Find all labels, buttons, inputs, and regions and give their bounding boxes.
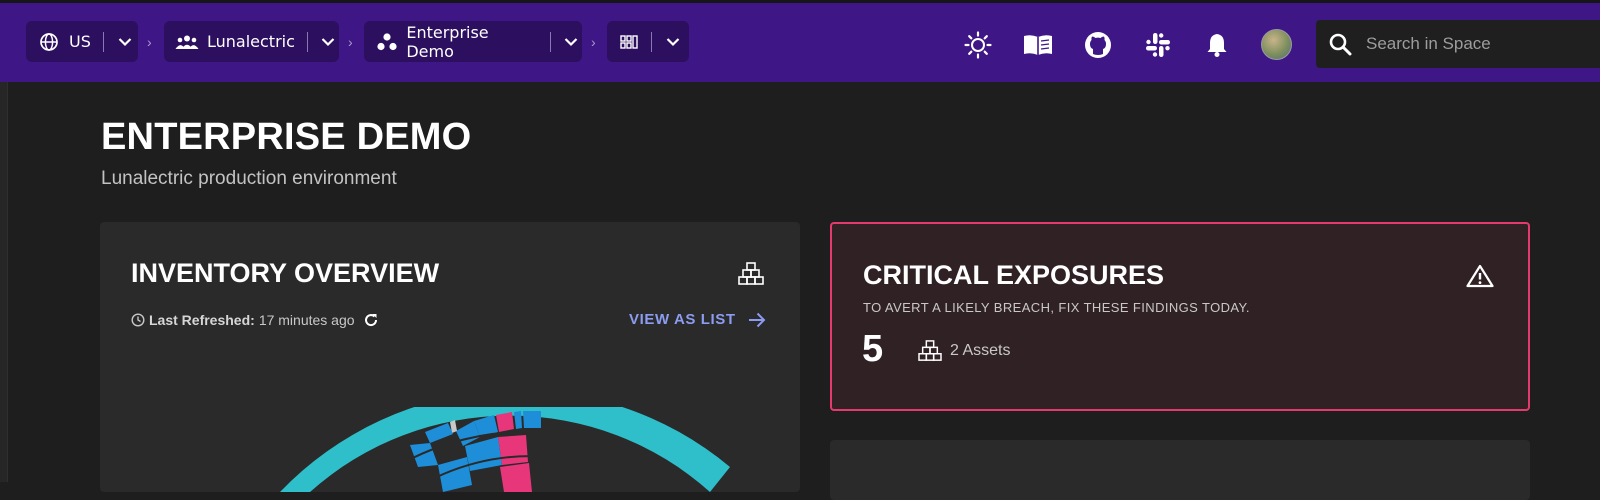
search-icon	[1328, 32, 1352, 56]
warning-icon	[1466, 264, 1494, 293]
chevron-down-icon[interactable]	[662, 31, 684, 53]
exposure-count: 5	[862, 328, 884, 370]
card-title: CRITICAL EXPOSURES	[863, 260, 1165, 290]
refreshed-label: Last Refreshed:	[149, 312, 255, 328]
view-as-list-label: VIEW AS LIST	[629, 311, 736, 328]
breadcrumb-label: Lunalectric	[207, 32, 295, 51]
divider	[102, 31, 104, 52]
assets-icon	[738, 262, 764, 291]
card-title: INVENTORY OVERVIEW	[131, 258, 440, 288]
breadcrumb-label: US	[69, 32, 91, 51]
grid-icon	[617, 30, 641, 54]
slack-icon[interactable]	[1142, 29, 1174, 61]
divider	[651, 31, 652, 52]
breadcrumb-view[interactable]	[607, 21, 689, 62]
docs-icon[interactable]	[1022, 29, 1054, 61]
breadcrumb-label: Enterprise Demo	[406, 22, 489, 61]
secondary-card	[830, 440, 1530, 500]
chevron-down-icon[interactable]	[114, 31, 136, 53]
affected-assets[interactable]: 2 Assets	[918, 340, 1010, 362]
space-icon	[375, 30, 398, 54]
refreshed-value: 17 minutes ago	[258, 312, 355, 328]
breadcrumb-separator-icon: ›	[147, 34, 152, 50]
avatar[interactable]	[1261, 29, 1292, 60]
divider	[306, 31, 308, 52]
top-navigation-bar: US › Lunalectric › Enterprise Demo › Sea…	[0, 0, 1600, 82]
breadcrumb-space[interactable]: Enterprise Demo	[364, 21, 582, 62]
assets-icon	[918, 340, 942, 362]
arrow-right-icon	[748, 312, 766, 328]
breadcrumb-region[interactable]: US	[26, 21, 138, 62]
inventory-overview-card: INVENTORY OVERVIEW Last Refreshed: 17 mi…	[100, 222, 800, 492]
breadcrumb-separator-icon: ›	[348, 34, 353, 50]
github-icon[interactable]	[1082, 29, 1114, 61]
search-input[interactable]: Search in Space	[1316, 20, 1600, 68]
refresh-icon[interactable]	[363, 312, 379, 328]
page-subtitle: Lunalectric production environment	[101, 168, 397, 189]
view-as-list-link[interactable]: VIEW AS LIST	[629, 311, 766, 328]
globe-icon	[37, 30, 61, 54]
breadcrumb-separator-icon: ›	[591, 34, 596, 50]
chevron-down-icon[interactable]	[318, 31, 339, 53]
bell-icon[interactable]	[1201, 29, 1233, 61]
search-placeholder: Search in Space	[1366, 34, 1491, 53]
left-sidebar-edge	[0, 82, 8, 482]
chevron-down-icon[interactable]	[561, 31, 582, 53]
last-refreshed: Last Refreshed: 17 minutes ago	[131, 312, 379, 328]
breadcrumb-organization[interactable]: Lunalectric	[164, 21, 339, 62]
inventory-sunburst-chart[interactable]	[260, 407, 780, 492]
divider	[549, 31, 551, 52]
theme-icon[interactable]	[962, 29, 994, 61]
page-title: ENTERPRISE DEMO	[101, 116, 472, 158]
critical-exposures-card[interactable]: CRITICAL EXPOSURES TO AVERT A LIKELY BRE…	[830, 222, 1530, 411]
people-icon	[175, 30, 199, 54]
card-subtitle: TO AVERT A LIKELY BREACH, FIX THESE FIND…	[863, 300, 1250, 315]
assets-label: 2 Assets	[950, 342, 1011, 359]
clock-icon	[131, 313, 145, 327]
